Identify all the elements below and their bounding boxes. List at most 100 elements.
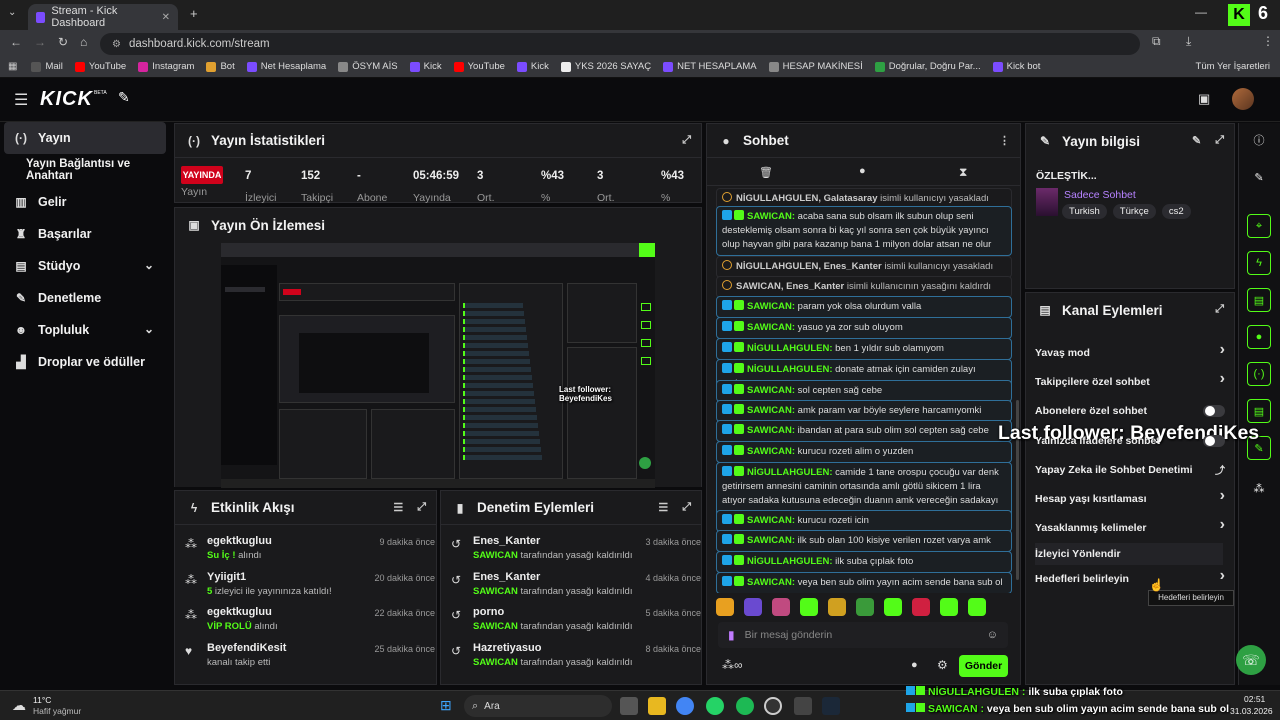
channel-action-item[interactable]: Yavaş mod ›	[1035, 341, 1225, 364]
minimize-icon[interactable]: —	[1195, 5, 1207, 19]
support-icon[interactable]: ☏	[1236, 645, 1266, 675]
app-icon[interactable]	[794, 697, 812, 715]
home-icon[interactable]: ⌂	[80, 35, 87, 49]
chat-message[interactable]: SAWICAN: veya ben sub olim yayın acim se…	[716, 572, 1012, 593]
filter-icon[interactable]: ☰	[658, 501, 668, 514]
lightning-icon[interactable]: ϟ	[1247, 251, 1271, 275]
bookmark-item[interactable]: YouTube	[74, 61, 126, 72]
bookmark-item[interactable]: Doğrular, Doğru Par...	[874, 61, 981, 72]
emoji-icon[interactable]: ☺	[987, 629, 998, 641]
edit-icon[interactable]: ✎	[1247, 165, 1271, 189]
toggle-switch[interactable]	[1203, 405, 1225, 417]
sidebar-item-moderation[interactable]: ✎ Denetleme	[0, 282, 172, 314]
feed-item[interactable]: ♥ BeyefendiKesit kanalı takip etti 25 dakik…	[185, 642, 435, 678]
chat-username[interactable]: SAWICAN:	[747, 385, 795, 396]
sidebar-item-stream[interactable]: (·) Yayın	[4, 122, 166, 154]
bookmark-item[interactable]: ÖSYM AİS	[338, 61, 398, 72]
feed-item[interactable]: ⁂ egektkugluu Su İç ! alındı 9 dakika önce	[185, 535, 435, 571]
browser-tab[interactable]: Stream - Kick Dashboard ✕	[28, 4, 178, 30]
chat-message[interactable]: SAWICAN: kurucu rozeti alim o yuzden	[716, 441, 1012, 463]
emote-icon[interactable]	[940, 598, 958, 616]
bookmark-item[interactable]: Instagram	[138, 61, 194, 72]
bookmark-item[interactable]: NET HESAPLAMA	[663, 61, 757, 72]
edit-icon[interactable]: ✎	[1192, 134, 1201, 147]
chat-message[interactable]: NİGULLAHGULEN: ilk suba çıplak foto	[716, 551, 1012, 573]
chat-settings-bubble-icon[interactable]: ●	[911, 659, 918, 671]
channel-action-item[interactable]: Yapay Zeka ile Sohbet Denetimi ⤴	[1035, 459, 1225, 481]
bookmark-item[interactable]: Kick bot	[992, 61, 1040, 72]
chat-username[interactable]: SAWICAN:	[747, 405, 795, 416]
chat-message[interactable]: SAWICAN: yasuo ya zor sub oluyom	[716, 317, 1012, 339]
emote-icon[interactable]	[968, 598, 986, 616]
bookmark-item[interactable]: Mail	[31, 61, 63, 72]
bookmark-item[interactable]: Kick	[409, 61, 442, 72]
chat-username[interactable]: SAWICAN:	[747, 425, 795, 436]
channel-action-item[interactable]: Abonelere özel sohbet	[1035, 400, 1225, 422]
clock-time[interactable]: 02:51	[1244, 694, 1265, 704]
feed-item[interactable]: ↺ Enes_Kanter SAWICAN tarafından yasağı ka…	[451, 535, 701, 571]
wallet-icon[interactable]: ▣	[1198, 91, 1210, 107]
sidebar-item-community[interactable]: ☻ Topluluk ⌄	[0, 314, 172, 346]
more-options-icon[interactable]: ⋮	[999, 134, 1010, 147]
emote-icon[interactable]	[744, 598, 762, 616]
feed-item[interactable]: ⁂ egektkugluu VİP ROLÜ alındı 22 dakika önc…	[185, 606, 435, 642]
document-icon[interactable]: ▤	[1247, 288, 1271, 312]
sidebar-item-drops[interactable]: ▟ Droplar ve ödüller	[0, 346, 172, 378]
chat-system-message[interactable]: SAWICAN, Enes_Kanter isimli kullanıcının…	[716, 276, 1012, 298]
menu-dots-icon[interactable]: ⋮	[1262, 34, 1274, 48]
channel-action-item[interactable]: Yasaklanmış kelimeler ›	[1035, 516, 1225, 539]
chat-username[interactable]: SAWICAN:	[747, 301, 795, 312]
sidebar-item-stream-key[interactable]: Yayın Bağlantısı ve Anahtarı	[0, 154, 172, 186]
chat-message-list[interactable]: NİGULLAHGULEN, Galatasaray isimli kullan…	[712, 188, 1012, 593]
tag-chip[interactable]: cs2	[1161, 204, 1191, 219]
sidebar-item-revenue[interactable]: ▥ Gelir	[0, 186, 172, 218]
channel-action-item[interactable]: Takipçilere özel sohbet ›	[1035, 370, 1225, 393]
target-icon[interactable]: ⌖	[1247, 214, 1271, 238]
feed-item[interactable]: ↺ Enes_Kanter SAWICAN tarafından yasağı ka…	[451, 571, 701, 607]
chat-username[interactable]: SAWICAN:	[747, 535, 795, 546]
channel-action-item[interactable]: Hesap yaşı kısıtlaması ›	[1035, 487, 1225, 510]
toggle-switch[interactable]	[1203, 435, 1225, 447]
emote-icon[interactable]	[884, 598, 902, 616]
reload-icon[interactable]: ↻	[58, 35, 68, 49]
chat-message[interactable]: SAWICAN: param yok olsa olurdum valla	[716, 296, 1012, 318]
chrome-icon[interactable]	[676, 697, 694, 715]
feed-item[interactable]: ↺ Hazretiyasuo SAWICAN tarafından yasağı k…	[451, 642, 701, 678]
download-icon[interactable]: ⤓	[1186, 34, 1191, 49]
taskbar-search[interactable]: ⌕ Ara	[464, 695, 612, 717]
tab-list-icon[interactable]: ⌄	[8, 7, 16, 18]
extensions-icon[interactable]: ⧉	[1152, 34, 1161, 49]
chat-username[interactable]: NİGULLAHGULEN:	[747, 364, 833, 375]
emote-icon[interactable]	[912, 598, 930, 616]
popout-icon[interactable]: ⤢	[1215, 303, 1224, 316]
chat-username[interactable]: SAWICAN:	[747, 322, 795, 333]
popout-icon[interactable]: ⤢	[682, 501, 691, 514]
bookmark-item[interactable]: Net Hesaplama	[246, 61, 326, 72]
bookmark-item[interactable]: YouTube	[453, 61, 505, 72]
popout-icon[interactable]: ⤢	[417, 501, 426, 514]
emote-icon[interactable]	[856, 598, 874, 616]
emote-icon[interactable]	[828, 598, 846, 616]
chat-message[interactable]: SAWICAN: kurucu rozeti icin	[716, 510, 1012, 532]
emote-icon[interactable]	[716, 598, 734, 616]
tag-chip[interactable]: Turkish	[1062, 204, 1107, 219]
sidebar-item-achievements[interactable]: ♜ Başarılar	[0, 218, 172, 250]
chat-system-message[interactable]: NİGULLAHGULEN, Enes_Kanter isimli kullan…	[716, 256, 1012, 278]
stream-preview-video[interactable]: Last follower: BeyefendiKes	[221, 243, 655, 488]
chat-message[interactable]: SAWICAN: ibandan at para sub olim sol ce…	[716, 420, 1012, 442]
emote-icon[interactable]	[800, 598, 818, 616]
site-info-icon[interactable]: ⚙	[112, 39, 121, 50]
chat-username[interactable]: NİGULLAHGULEN:	[747, 343, 833, 354]
pin-icon[interactable]: ✎	[118, 89, 130, 106]
all-bookmarks[interactable]: Tüm Yer İşaretleri	[1196, 61, 1270, 72]
hamburger-menu-icon[interactable]: ☰	[14, 90, 28, 110]
windows-start-icon[interactable]: ⊞	[440, 697, 452, 714]
trash-icon[interactable]: 🗑	[759, 166, 773, 179]
chat-message[interactable]: SAWICAN: sol cepten sağ cebe	[716, 380, 1012, 402]
chat-bubble-icon[interactable]: ●	[1247, 325, 1271, 349]
chat-username[interactable]: NİGULLAHGULEN:	[747, 467, 833, 478]
back-icon[interactable]: ←	[10, 35, 22, 49]
channel-actions-icon[interactable]: ▤	[1247, 399, 1271, 423]
chat-mode-icon[interactable]: ●	[859, 165, 866, 177]
feed-item[interactable]: ↺ porno SAWICAN tarafından yasağı kaldırıl…	[451, 606, 701, 642]
